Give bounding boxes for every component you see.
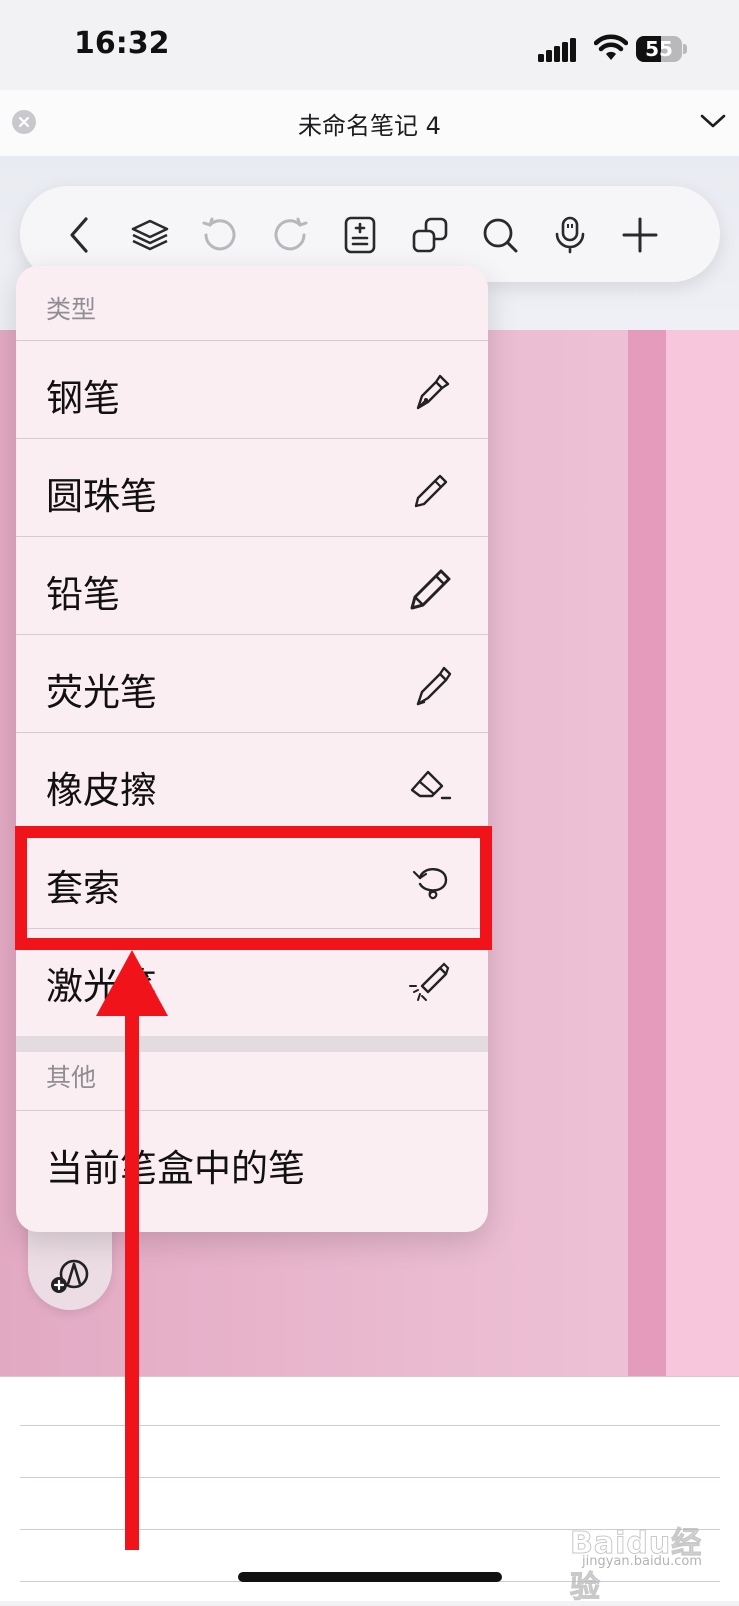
wifi-icon — [594, 34, 628, 60]
menu-item-current-pen-case[interactable]: 当前笔盒中的笔 — [16, 1112, 488, 1210]
page-margin-band — [628, 330, 666, 1376]
undo-button[interactable] — [198, 213, 242, 257]
add-pen-icon — [51, 1259, 89, 1293]
microphone-icon — [555, 216, 585, 254]
ballpoint-pen-icon — [414, 474, 448, 508]
tool-type-menu: 类型 钢笔 圆珠笔 铅笔 荧光笔 橡皮擦 套索 激光笔 其他 当前笔盒中的笔 — [16, 266, 488, 1232]
baidu-watermark: Baidu经验 jingyan.baidu.com — [570, 1518, 730, 1606]
battery-indicator: 55 — [636, 36, 688, 62]
layers-button[interactable] — [128, 213, 172, 257]
menu-item-label: 钢笔 — [46, 377, 120, 420]
menu-item-label: 铅笔 — [46, 573, 120, 616]
chevron-down-icon[interactable] — [700, 112, 726, 130]
back-button[interactable] — [58, 213, 102, 257]
search-icon — [483, 218, 518, 253]
note-title[interactable]: 未命名笔记 4 — [0, 106, 739, 141]
fountain-pen-icon — [416, 374, 450, 410]
redo-button[interactable] — [268, 213, 312, 257]
menu-item-eraser[interactable]: 橡皮擦 — [16, 734, 488, 832]
note-title-bar: 未命名笔记 4 — [0, 90, 739, 156]
search-button[interactable] — [478, 213, 522, 257]
status-bar: 16:32 55 — [0, 0, 739, 90]
menu-item-label: 圆珠笔 — [46, 475, 157, 518]
home-indicator[interactable] — [238, 1572, 502, 1582]
back-chevron-icon — [70, 217, 88, 253]
menu-item-pencil[interactable]: 铅笔 — [16, 538, 488, 636]
section-label-other: 其他 — [46, 1063, 97, 1092]
microphone-button[interactable] — [548, 213, 592, 257]
page-template-button[interactable] — [338, 213, 382, 257]
status-time: 16:32 — [74, 26, 170, 61]
add-button[interactable] — [618, 213, 662, 257]
add-icon — [622, 217, 658, 253]
redo-icon — [274, 217, 308, 251]
cellular-signal-icon — [538, 38, 576, 62]
page-template-icon — [344, 216, 376, 254]
annotation-arrow — [96, 950, 168, 1550]
battery-percent: 55 — [645, 37, 673, 61]
menu-item-fountain-pen[interactable]: 钢笔 — [16, 342, 488, 440]
section-label-type: 类型 — [46, 295, 97, 324]
menu-item-ballpoint-pen[interactable]: 圆珠笔 — [16, 440, 488, 538]
layers-icon — [131, 219, 169, 251]
pencil-icon — [410, 569, 451, 610]
page-right-strip — [666, 330, 739, 1376]
highlighter-icon — [416, 666, 452, 706]
annotation-highlight-box — [15, 826, 492, 950]
undo-icon — [202, 217, 236, 251]
menu-item-highlighter[interactable]: 荧光笔 — [16, 636, 488, 734]
menu-item-label: 橡皮擦 — [46, 769, 157, 812]
menu-item-label: 荧光笔 — [46, 671, 157, 714]
menu-item-label: 当前笔盒中的笔 — [46, 1147, 305, 1190]
copy-pages-button[interactable] — [408, 213, 452, 257]
watermark-url: jingyan.baidu.com — [582, 1554, 702, 1569]
eraser-icon — [410, 770, 452, 800]
laser-pointer-icon — [409, 962, 450, 1001]
copy-pages-icon — [412, 217, 448, 253]
